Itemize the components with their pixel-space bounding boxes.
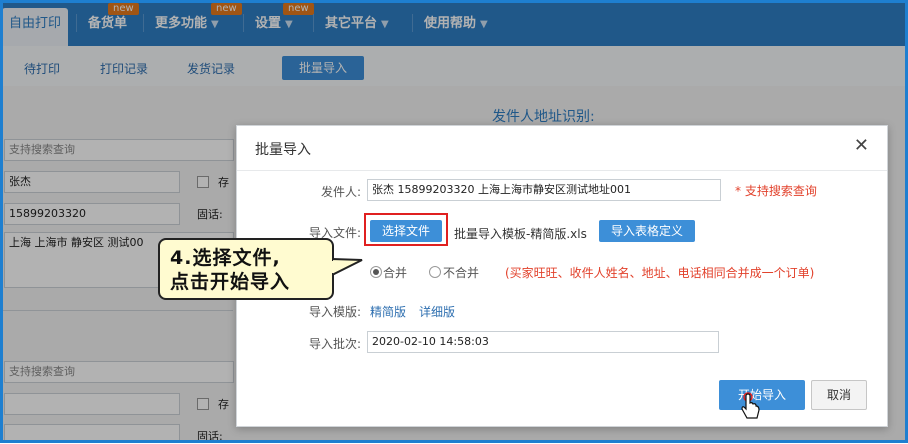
sender-search-note: * 支持搜索查询 [735, 184, 817, 198]
template-label: 导入模版: [308, 305, 361, 319]
no-merge-radio[interactable] [429, 266, 441, 278]
cancel-button[interactable]: 取消 [811, 380, 867, 410]
selected-file-name: 批量导入模板-精简版.xls [454, 227, 587, 241]
template-detailed-link[interactable]: 详细版 [419, 303, 455, 320]
merge-radio-label: 合并 [383, 266, 408, 280]
sender-label: 发件人: [320, 185, 361, 199]
hand-cursor-icon [741, 392, 760, 419]
template-simple-link[interactable]: 精简版 [370, 303, 406, 320]
import-batch-label: 导入批次: [308, 337, 361, 351]
import-table-definition-button[interactable]: 导入表格定义 [599, 220, 695, 242]
sender-field[interactable]: 张杰 15899203320 上海上海市静安区测试地址001 [367, 179, 721, 201]
close-icon[interactable]: ✕ [854, 137, 869, 155]
dialog-title: 批量导入 [255, 142, 311, 158]
merge-rule-note: (买家旺旺、收件人姓名、地址、电话相同合并成一个订单) [505, 266, 815, 280]
no-merge-radio-label: 不合并 [443, 266, 480, 280]
callout-pointer [332, 257, 363, 277]
choose-file-button[interactable]: 选择文件 [370, 220, 442, 242]
import-batch-field[interactable]: 2020-02-10 14:58:03 [367, 331, 719, 353]
start-import-button[interactable]: 开始导入 [719, 380, 805, 410]
merge-radio[interactable] [370, 266, 382, 278]
tutorial-callout: 4.选择文件, 点击开始导入 [158, 238, 334, 300]
dialog-header-divider [237, 170, 887, 171]
callout-text: 4.选择文件, 点击开始导入 [170, 247, 291, 293]
